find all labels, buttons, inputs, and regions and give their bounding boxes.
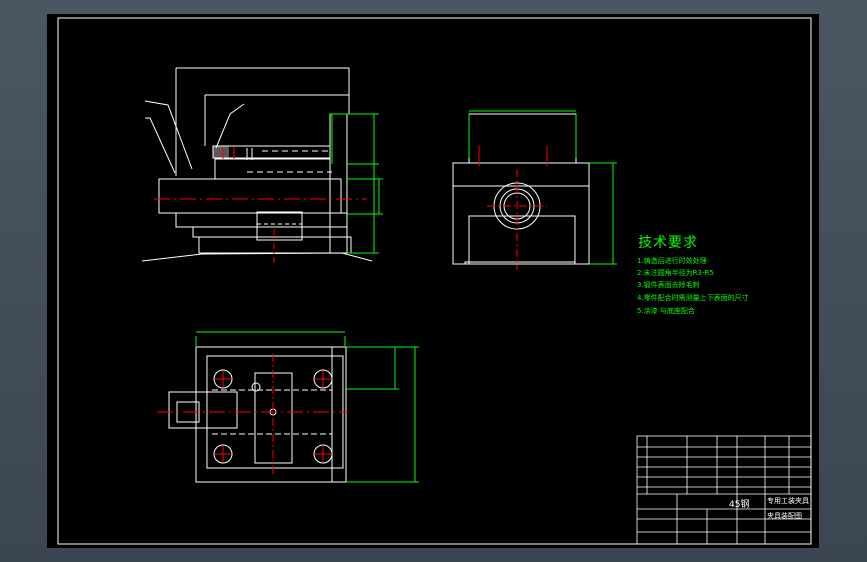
material-label: 45钢 (729, 500, 750, 510)
hatch-section (213, 146, 229, 158)
side-view-centerlines (478, 146, 548, 270)
requirement-item: 2.未注圆角半径为R3-R5 (637, 269, 714, 277)
side-view (452, 113, 590, 265)
requirement-item: 4.零件配合时需测量上下表面的尺寸 (637, 294, 749, 302)
front-view (141, 67, 373, 262)
requirement-item: 5.涂漆 与底座配合 (637, 307, 695, 315)
cad-drawing (57, 17, 812, 545)
front-view-dimensions (330, 113, 383, 254)
top-view (168, 346, 347, 483)
technical-requirements-title: 技术要求 (638, 235, 698, 251)
top-view-centerlines (157, 354, 347, 474)
drawing-name: 夹具装配图 (767, 512, 802, 520)
front-view-centerlines (154, 147, 367, 266)
requirement-item: 1.铸造后进行时效处理 (637, 257, 707, 265)
side-view-dimensions (468, 110, 617, 265)
top-view-dimensions (195, 331, 419, 483)
title-block (636, 435, 812, 545)
drawing-canvas: 技术要求 1.铸造后进行时效处理 2.未注圆角半径为R3-R5 3.锻件表面去除… (47, 14, 819, 548)
part-title: 专用工装夹具 (767, 497, 809, 505)
requirement-item: 3.锻件表面去除毛刺 (637, 281, 700, 289)
